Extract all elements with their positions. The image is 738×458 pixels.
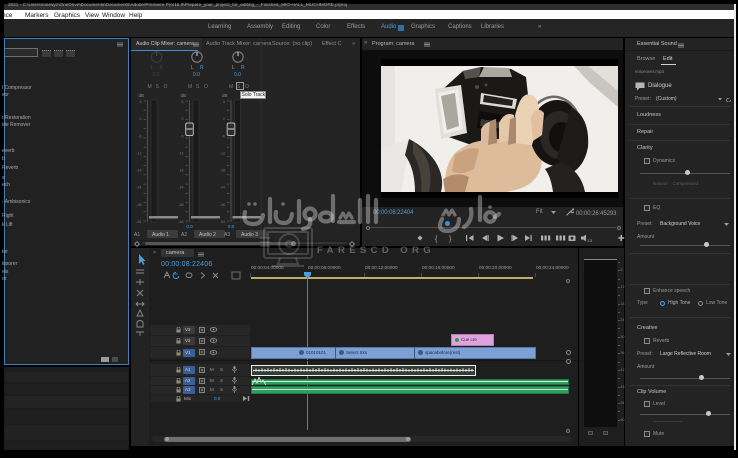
svg-text:-54: -54 bbox=[136, 220, 141, 224]
svg-text:dB: dB bbox=[181, 93, 187, 98]
svg-text:-12: -12 bbox=[220, 151, 225, 155]
svg-text:S: S bbox=[156, 84, 160, 90]
svg-text:0: 0 bbox=[140, 117, 142, 121]
svg-text:-54: -54 bbox=[220, 220, 225, 224]
svg-text:0: 0 bbox=[223, 117, 225, 121]
svg-text:0.0: 0.0 bbox=[193, 72, 200, 78]
svg-text:O: O bbox=[204, 84, 208, 90]
svg-text:R: R bbox=[241, 65, 245, 71]
svg-text:-36: -36 bbox=[136, 203, 141, 207]
svg-text:-18: -18 bbox=[220, 169, 225, 173]
svg-text:R: R bbox=[160, 65, 164, 71]
svg-text:6: 6 bbox=[223, 100, 225, 104]
svg-text:L: L bbox=[191, 65, 194, 71]
svg-text:R: R bbox=[200, 65, 204, 71]
svg-text:-36: -36 bbox=[178, 203, 183, 207]
svg-text:6: 6 bbox=[140, 100, 142, 104]
svg-text:dB: dB bbox=[139, 93, 145, 98]
svg-text:0.0: 0.0 bbox=[234, 72, 241, 78]
svg-text:0.0: 0.0 bbox=[153, 72, 160, 78]
svg-text:6: 6 bbox=[182, 100, 184, 104]
svg-text:-24: -24 bbox=[220, 186, 225, 190]
svg-text:M: M bbox=[188, 84, 192, 90]
svg-text:M: M bbox=[229, 84, 233, 90]
svg-text:S: S bbox=[196, 84, 200, 90]
svg-text:-24: -24 bbox=[136, 186, 141, 190]
svg-text:-6: -6 bbox=[138, 134, 141, 138]
svg-text:L: L bbox=[232, 65, 235, 71]
svg-text:-12: -12 bbox=[178, 151, 183, 155]
svg-text:0: 0 bbox=[182, 117, 184, 121]
svg-text:O: O bbox=[245, 84, 249, 90]
svg-text:0.0: 0.0 bbox=[228, 224, 235, 229]
svg-text:}: } bbox=[449, 236, 452, 243]
svg-text:-12: -12 bbox=[136, 151, 141, 155]
svg-text:-36: -36 bbox=[220, 203, 225, 207]
svg-text:-54: -54 bbox=[178, 220, 183, 224]
svg-text:-6: -6 bbox=[222, 134, 225, 138]
svg-text:O: O bbox=[164, 84, 168, 90]
svg-text:{: { bbox=[435, 236, 438, 243]
svg-text:0.0: 0.0 bbox=[186, 224, 193, 229]
svg-text:L: L bbox=[151, 65, 154, 71]
svg-text:-6: -6 bbox=[180, 134, 183, 138]
svg-text:M: M bbox=[148, 84, 152, 90]
svg-text:-24: -24 bbox=[178, 186, 183, 190]
svg-text:dB: dB bbox=[222, 93, 228, 98]
svg-text:13: 13 bbox=[588, 238, 593, 243]
svg-text:-18: -18 bbox=[136, 169, 141, 173]
svg-text:-18: -18 bbox=[178, 169, 183, 173]
